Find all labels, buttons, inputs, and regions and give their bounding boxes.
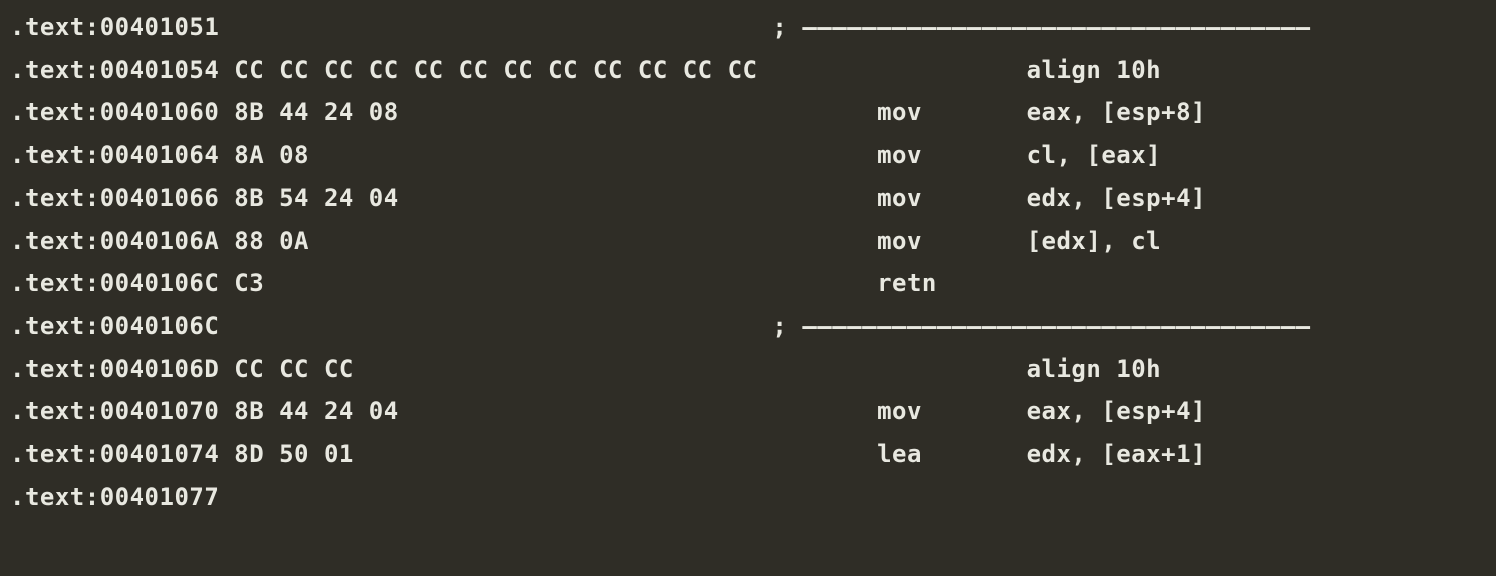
seg-addr: .text:0040106C <box>10 312 234 340</box>
asm-line: .text:00401051 ; ———————————————————————… <box>10 6 1486 49</box>
separator-rule: ; —————————————————————————————————— <box>772 13 1310 41</box>
bytes: 8A 08 <box>234 141 877 169</box>
operands: eax, [esp+8] <box>1027 98 1206 126</box>
mnemonic <box>877 56 1027 84</box>
asm-line: .text:00401060 8B 44 24 08 mov eax, [esp… <box>10 91 1486 134</box>
seg-addr: .text:00401077 <box>10 483 234 511</box>
mnemonic: retn <box>877 269 1027 297</box>
seg-addr: .text:00401060 <box>10 98 234 126</box>
operands: [edx], cl <box>1027 227 1162 255</box>
bytes: 8B 54 24 04 <box>234 184 877 212</box>
bytes: CC CC CC <box>234 355 877 383</box>
seg-addr: .text:0040106A <box>10 227 234 255</box>
seg-addr: .text:00401074 <box>10 440 234 468</box>
mnemonic: mov <box>877 227 1027 255</box>
asm-line: .text:0040106A 88 0A mov [edx], cl <box>10 220 1486 263</box>
asm-line: .text:0040106C C3 retn <box>10 262 1486 305</box>
asm-line: .text:00401070 8B 44 24 04 mov eax, [esp… <box>10 390 1486 433</box>
separator-rule: ; —————————————————————————————————— <box>772 312 1310 340</box>
mnemonic <box>877 483 1027 511</box>
bytes: 8B 44 24 04 <box>234 397 877 425</box>
bytes <box>234 312 772 340</box>
seg-addr: .text:00401054 <box>10 56 234 84</box>
operands: edx, [eax+1] <box>1027 440 1206 468</box>
seg-addr: .text:00401066 <box>10 184 234 212</box>
bytes: 8D 50 01 <box>234 440 877 468</box>
bytes: 8B 44 24 08 <box>234 98 877 126</box>
seg-addr: .text:0040106D <box>10 355 234 383</box>
seg-addr: .text:0040106C <box>10 269 234 297</box>
asm-line: .text:00401066 8B 54 24 04 mov edx, [esp… <box>10 177 1486 220</box>
bytes: 88 0A <box>234 227 877 255</box>
mnemonic: mov <box>877 141 1027 169</box>
bytes <box>234 13 772 41</box>
mnemonic: lea <box>877 440 1027 468</box>
operands: align 10h <box>1027 56 1162 84</box>
mnemonic: mov <box>877 184 1027 212</box>
disassembly-listing: .text:00401051 ; ———————————————————————… <box>0 0 1496 519</box>
operands: cl, [eax] <box>1027 141 1162 169</box>
asm-line: .text:00401054 CC CC CC CC CC CC CC CC C… <box>10 49 1486 92</box>
bytes <box>234 483 877 511</box>
operands: eax, [esp+4] <box>1027 397 1206 425</box>
seg-addr: .text:00401051 <box>10 13 234 41</box>
bytes: CC CC CC CC CC CC CC CC CC CC CC CC <box>234 56 877 84</box>
bytes: C3 <box>234 269 877 297</box>
operands: edx, [esp+4] <box>1027 184 1206 212</box>
asm-line: .text:00401074 8D 50 01 lea edx, [eax+1] <box>10 433 1486 476</box>
asm-line: .text:0040106D CC CC CC align 10h <box>10 348 1486 391</box>
mnemonic <box>877 355 1027 383</box>
seg-addr: .text:00401064 <box>10 141 234 169</box>
seg-addr: .text:00401070 <box>10 397 234 425</box>
asm-line: .text:00401077 <box>10 476 1486 519</box>
asm-line: .text:00401064 8A 08 mov cl, [eax] <box>10 134 1486 177</box>
mnemonic: mov <box>877 397 1027 425</box>
operands: align 10h <box>1027 355 1162 383</box>
mnemonic: mov <box>877 98 1027 126</box>
asm-line: .text:0040106C ; ———————————————————————… <box>10 305 1486 348</box>
